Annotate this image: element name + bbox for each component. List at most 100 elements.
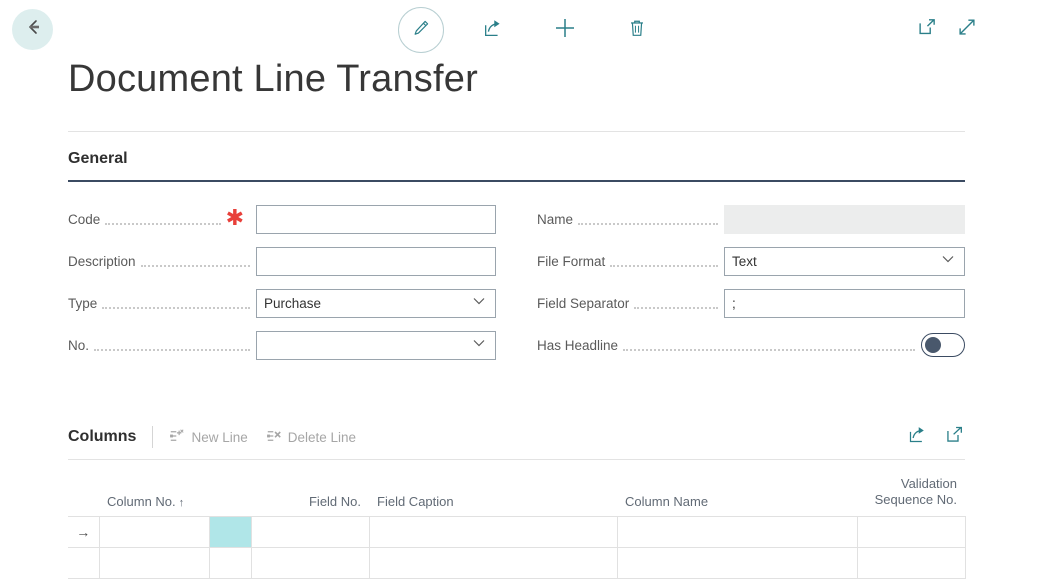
- type-dropdown-input[interactable]: [256, 288, 496, 318]
- open-in-new-icon: [916, 16, 938, 43]
- field-file-format-label: File Format: [537, 253, 606, 269]
- field-code: Code ✱: [68, 198, 496, 240]
- field-description-label: Description: [68, 253, 136, 269]
- field-no-control: [256, 330, 496, 360]
- column-header-column-no[interactable]: Column No. ↑: [99, 470, 252, 516]
- field-name: Name: [537, 198, 965, 240]
- cell-field-no-a[interactable]: [208, 546, 252, 579]
- column-header-column-name[interactable]: Column Name: [617, 470, 858, 516]
- field-type-label: Type: [68, 295, 98, 311]
- has-headline-toggle[interactable]: [921, 333, 965, 357]
- cell-field-no[interactable]: [250, 515, 370, 548]
- leader-dots: [634, 296, 718, 309]
- row-indicator: [68, 546, 100, 579]
- new-button[interactable]: [542, 7, 588, 53]
- cell-field-caption[interactable]: [368, 515, 618, 548]
- code-input[interactable]: [256, 204, 496, 234]
- cell-column-name[interactable]: [616, 515, 858, 548]
- delete-line-button[interactable]: Delete Line: [266, 428, 356, 447]
- field-code-label: Code: [68, 211, 101, 227]
- columns-part-actions: [907, 424, 965, 450]
- field-field-separator-control: [724, 288, 965, 318]
- share-part-button[interactable]: [907, 424, 928, 450]
- no-dropdown-input[interactable]: [256, 330, 496, 360]
- field-code-control: [256, 204, 496, 234]
- column-header-field-no[interactable]: Field No.: [251, 470, 370, 516]
- toolbar-divider: [152, 426, 154, 448]
- field-field-separator: Field Separator: [537, 282, 965, 324]
- validation-header-line2: Sequence No.: [874, 492, 958, 508]
- validation-header-line1: Validation: [900, 476, 958, 491]
- table-header-row: Column No. ↑ Field No. Field Caption Colu…: [68, 470, 966, 516]
- cell-field-caption[interactable]: [368, 546, 618, 579]
- cell-validation-sequence-no[interactable]: [856, 515, 966, 548]
- general-section-heading: General: [68, 150, 128, 167]
- command-button-group: [398, 6, 660, 54]
- expand-arrow-icon: [956, 16, 978, 43]
- field-description: Description: [68, 240, 496, 282]
- leader-dots: [140, 254, 250, 267]
- delete-button[interactable]: [614, 7, 660, 53]
- field-type: Type: [68, 282, 496, 324]
- leader-dots: [578, 212, 718, 225]
- leader-dots: [610, 254, 718, 267]
- leader-dots: [105, 212, 221, 225]
- share-icon: [482, 17, 504, 44]
- general-left-column: Code ✱ Description Type Purchase No.: [68, 198, 496, 366]
- arrow-left-icon: [22, 16, 44, 43]
- description-input[interactable]: [256, 246, 496, 276]
- cell-validation-sequence-no[interactable]: [856, 546, 966, 579]
- cell-column-name[interactable]: [616, 546, 858, 579]
- cell-column-no[interactable]: [98, 546, 210, 579]
- field-type-control: [256, 288, 496, 318]
- columns-grid: Column No. ↑ Field No. Field Caption Colu…: [68, 470, 966, 579]
- pencil-icon: [410, 17, 432, 44]
- field-file-format: File Format: [537, 240, 965, 282]
- required-asterisk-icon: ✱: [225, 206, 244, 231]
- new-line-button[interactable]: New Line: [169, 428, 248, 447]
- expand-part-button[interactable]: [944, 424, 965, 450]
- general-right-column: Name File Format Text Field Separator ; …: [537, 198, 965, 366]
- top-command-bar: [0, 0, 1042, 60]
- expand-button[interactable]: [954, 16, 980, 42]
- back-button[interactable]: [12, 9, 53, 50]
- window-command-group: [914, 16, 980, 42]
- columns-part-divider: [68, 459, 965, 460]
- cell-column-no[interactable]: [98, 515, 210, 548]
- table-row[interactable]: [68, 546, 966, 579]
- leader-dots: [94, 338, 250, 351]
- general-section-rule: [68, 180, 965, 182]
- delete-line-label: Delete Line: [287, 429, 357, 445]
- leader-dots: [623, 338, 915, 351]
- edit-button[interactable]: [398, 7, 444, 53]
- new-line-icon: [169, 428, 185, 447]
- columns-part-header: Columns New Line Delete Line: [68, 424, 374, 450]
- column-header-field-caption[interactable]: Field Caption: [369, 470, 618, 516]
- row-indicator-header: [68, 470, 99, 516]
- column-header-validation-sequence-no[interactable]: Validation Sequence No.: [857, 470, 966, 516]
- field-description-control: [256, 246, 496, 276]
- open-in-new-window-button[interactable]: [914, 16, 940, 42]
- columns-table: Column No. ↑ Field No. Field Caption Colu…: [68, 470, 966, 579]
- leader-dots: [102, 296, 250, 309]
- field-no: No.: [68, 324, 496, 366]
- share-button[interactable]: [470, 7, 516, 53]
- page-title: Document Line Transfer: [68, 58, 478, 100]
- field-has-headline-label: Has Headline: [537, 337, 619, 353]
- open-in-new-icon: [944, 424, 965, 450]
- columns-part-title: Columns: [68, 428, 137, 445]
- file-format-dropdown-input[interactable]: [724, 246, 965, 276]
- column-header-label: Column No.: [107, 493, 176, 509]
- field-name-label: Name: [537, 211, 574, 227]
- table-row[interactable]: →: [68, 515, 966, 548]
- field-separator-input[interactable]: [724, 288, 965, 318]
- cell-field-no[interactable]: [250, 546, 370, 579]
- plus-icon: [552, 15, 578, 46]
- field-has-headline: Has Headline: [537, 324, 965, 366]
- cell-selected[interactable]: [208, 515, 252, 548]
- toggle-knob: [925, 337, 941, 353]
- field-file-format-control: [724, 246, 965, 276]
- row-indicator: →: [68, 515, 100, 548]
- trash-icon: [626, 17, 648, 44]
- new-line-label: New Line: [191, 429, 248, 445]
